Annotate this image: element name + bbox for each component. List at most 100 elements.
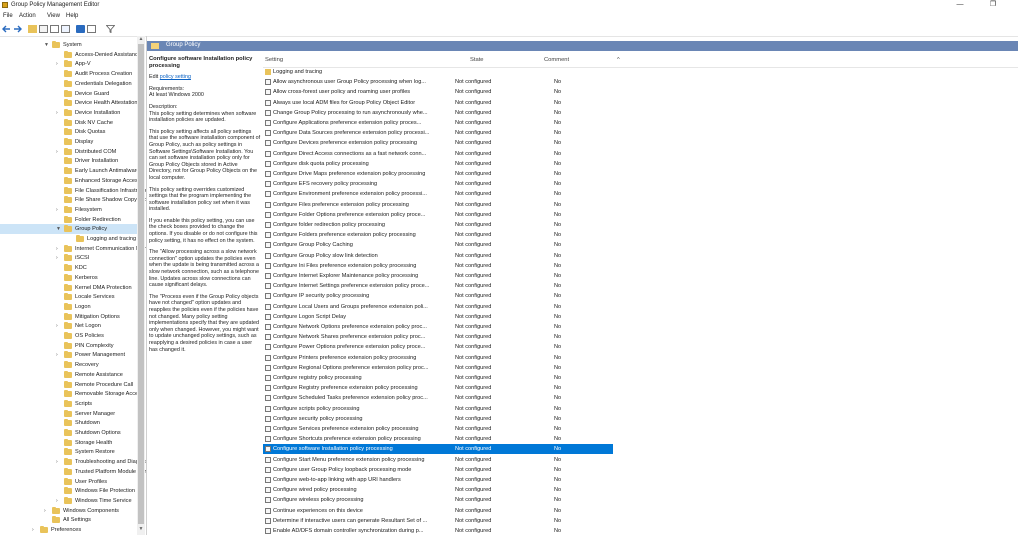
column-comment[interactable]: Comment xyxy=(544,57,569,63)
list-item[interactable]: Configure Shortcuts preference extension… xyxy=(263,434,613,444)
list-item[interactable]: Configure Network Shares preference exte… xyxy=(263,332,613,342)
tree-item[interactable]: Scripts xyxy=(0,399,137,409)
chevron-right-icon[interactable]: › xyxy=(44,506,50,516)
back-arrow-icon[interactable] xyxy=(2,25,11,33)
list-item[interactable]: Configure Direct Access connections as a… xyxy=(263,149,613,159)
chevron-right-icon[interactable]: › xyxy=(56,457,62,467)
tree-item[interactable]: ▼ System xyxy=(0,40,137,50)
list-item[interactable]: Configure Internet Explorer Maintenance … xyxy=(263,271,613,281)
tree-item[interactable]: OS Policies xyxy=(0,331,137,341)
list-item[interactable]: Configure Services preference extension … xyxy=(263,424,613,434)
list-item[interactable]: Configure Internet Settings preference e… xyxy=(263,281,613,291)
tree-item[interactable]: Device Guard xyxy=(0,89,137,99)
chevron-down-icon[interactable]: ▼ xyxy=(44,40,50,50)
list-item[interactable]: Configure IP security policy processing N… xyxy=(263,291,613,301)
tree-item[interactable]: Display xyxy=(0,137,137,147)
tree-item[interactable]: Kerberos xyxy=(0,273,137,283)
menu-help[interactable]: Help xyxy=(66,13,78,19)
list-item[interactable]: Configure Power Options preference exten… xyxy=(263,342,613,352)
menu-view[interactable]: View xyxy=(47,13,60,19)
list-item[interactable]: Configure Network Options preference ext… xyxy=(263,322,613,332)
tree-item[interactable]: User Profiles xyxy=(0,477,137,487)
tree-item[interactable]: File Share Shadow Copy Provider xyxy=(0,195,146,205)
list-item[interactable]: Configure Devices preference extension p… xyxy=(263,138,613,148)
tree-item[interactable]: Logging and tracing xyxy=(0,234,137,244)
list-item[interactable]: Configure Start Menu preference extensio… xyxy=(263,455,613,465)
tree-item[interactable]: File Classification Infrastructure xyxy=(0,186,146,196)
tree-item[interactable]: PIN Complexity xyxy=(0,341,137,351)
list-item[interactable]: Configure Drive Maps preference extensio… xyxy=(263,169,613,179)
export-list-icon[interactable] xyxy=(50,25,59,33)
tree-item[interactable]: Locale Services xyxy=(0,292,137,302)
tree-item[interactable]: › Windows Time Service xyxy=(0,496,137,506)
tree-item[interactable]: Removable Storage Access xyxy=(0,389,144,399)
properties-icon[interactable] xyxy=(61,25,70,33)
list-item[interactable]: Configure Applications preference extens… xyxy=(263,118,613,128)
tree-item[interactable]: System Restore xyxy=(0,447,137,457)
tree-item[interactable]: ▼ Group Policy xyxy=(0,224,137,235)
tree-item[interactable]: All Settings xyxy=(0,515,137,525)
tree-item[interactable]: Shutdown xyxy=(0,418,137,428)
list-item[interactable]: Configure Ini Files preference extension… xyxy=(263,261,613,271)
tree-item[interactable]: Windows File Protection xyxy=(0,486,137,496)
list-item[interactable]: Configure Printers preference extension … xyxy=(263,353,613,363)
tree-item[interactable]: Disk Quotas xyxy=(0,127,137,137)
list-item[interactable]: Configure user Group Policy loopback pro… xyxy=(263,465,613,475)
tree-item[interactable]: › Device Installation xyxy=(0,108,137,118)
chevron-down-icon[interactable]: ▼ xyxy=(56,224,62,234)
tree-item[interactable]: Access-Denied Assistance xyxy=(0,50,141,60)
list-item[interactable]: Always use local ADM files for Group Pol… xyxy=(263,98,613,108)
scroll-down-icon[interactable]: ▼ xyxy=(138,526,144,532)
list-item[interactable]: Configure security policy processing Not … xyxy=(263,414,613,424)
show-hide-tree-icon[interactable] xyxy=(39,25,48,33)
column-setting[interactable]: Setting xyxy=(265,57,283,63)
tree-item[interactable]: › Power Management xyxy=(0,350,137,360)
tree-item[interactable]: Audit Process Creation xyxy=(0,69,137,79)
tree-item[interactable]: Folder Redirection xyxy=(0,215,137,225)
list-item[interactable]: Configure disk quota policy processing No… xyxy=(263,159,613,169)
tree-item[interactable]: › Filesystem xyxy=(0,205,137,215)
list-item[interactable]: Configure scripts policy processing Not c… xyxy=(263,404,613,414)
tree-item[interactable]: › iSCSI xyxy=(0,253,137,263)
tree-item[interactable]: Mitigation Options xyxy=(0,312,137,322)
list-item[interactable]: Configure Environment preference extensi… xyxy=(263,189,613,199)
list-item[interactable]: Allow cross-forest user policy and roami… xyxy=(263,87,613,97)
help-icon[interactable] xyxy=(76,25,85,33)
list-item[interactable]: Configure software Installation policy p… xyxy=(263,444,613,455)
tree-item[interactable]: Storage Health xyxy=(0,438,137,448)
list-item-folder[interactable]: Logging and tracing xyxy=(263,67,613,77)
list-item[interactable]: Configure Group Policy Caching Not config… xyxy=(263,240,613,250)
menu-action[interactable]: Action xyxy=(19,13,36,19)
chevron-right-icon[interactable]: › xyxy=(56,496,62,506)
tree-item[interactable]: › App-V xyxy=(0,59,137,69)
tree-item[interactable]: Shutdown Options xyxy=(0,428,137,438)
tree-item[interactable]: › Distributed COM xyxy=(0,147,137,157)
list-item[interactable]: Configure wired policy processing Not con… xyxy=(263,485,613,495)
list-item[interactable]: Configure web-to-app linking with app UR… xyxy=(263,475,613,485)
tree-item[interactable]: ›Troubleshooting and Diagnostics xyxy=(0,457,146,467)
list-item[interactable]: Allow asynchronous user Group Policy pro… xyxy=(263,77,613,87)
list-item[interactable]: Configure folder redirection policy proc… xyxy=(263,220,613,230)
chevron-right-icon[interactable]: › xyxy=(56,59,62,69)
chevron-right-icon[interactable]: › xyxy=(56,321,62,331)
tree-item[interactable]: Device Health Attestation xyxy=(0,98,138,108)
forward-arrow-icon[interactable] xyxy=(13,25,22,33)
tree-scrollbar[interactable]: ▲ ▼ xyxy=(137,36,145,535)
restore-button[interactable]: ❐ xyxy=(982,0,1004,11)
minimize-button[interactable]: — xyxy=(949,0,971,11)
menu-file[interactable]: File xyxy=(3,13,13,19)
list-item[interactable]: Configure Scheduled Tasks preference ext… xyxy=(263,393,613,403)
list-item[interactable]: Configure EFS recovery policy processing… xyxy=(263,179,613,189)
view-icon[interactable] xyxy=(87,25,96,33)
list-item[interactable]: Configure Folders preference extension p… xyxy=(263,230,613,240)
tree-item[interactable]: Kernel DMA Protection xyxy=(0,283,137,293)
list-item[interactable]: Configure Files preference extension pol… xyxy=(263,200,613,210)
chevron-right-icon[interactable]: › xyxy=(56,205,62,215)
list-item[interactable]: Configure Regional Options preference ex… xyxy=(263,363,613,373)
list-item[interactable]: Determine if interactive users can gener… xyxy=(263,516,613,526)
list-item[interactable]: Continue experiences on this device Not c… xyxy=(263,506,613,516)
chevron-right-icon[interactable]: › xyxy=(56,253,62,263)
tree-item[interactable]: Enhanced Storage Access xyxy=(0,176,141,186)
list-item[interactable]: Configure Logon Script Delay Not configur… xyxy=(263,312,613,322)
up-folder-icon[interactable] xyxy=(28,25,37,33)
